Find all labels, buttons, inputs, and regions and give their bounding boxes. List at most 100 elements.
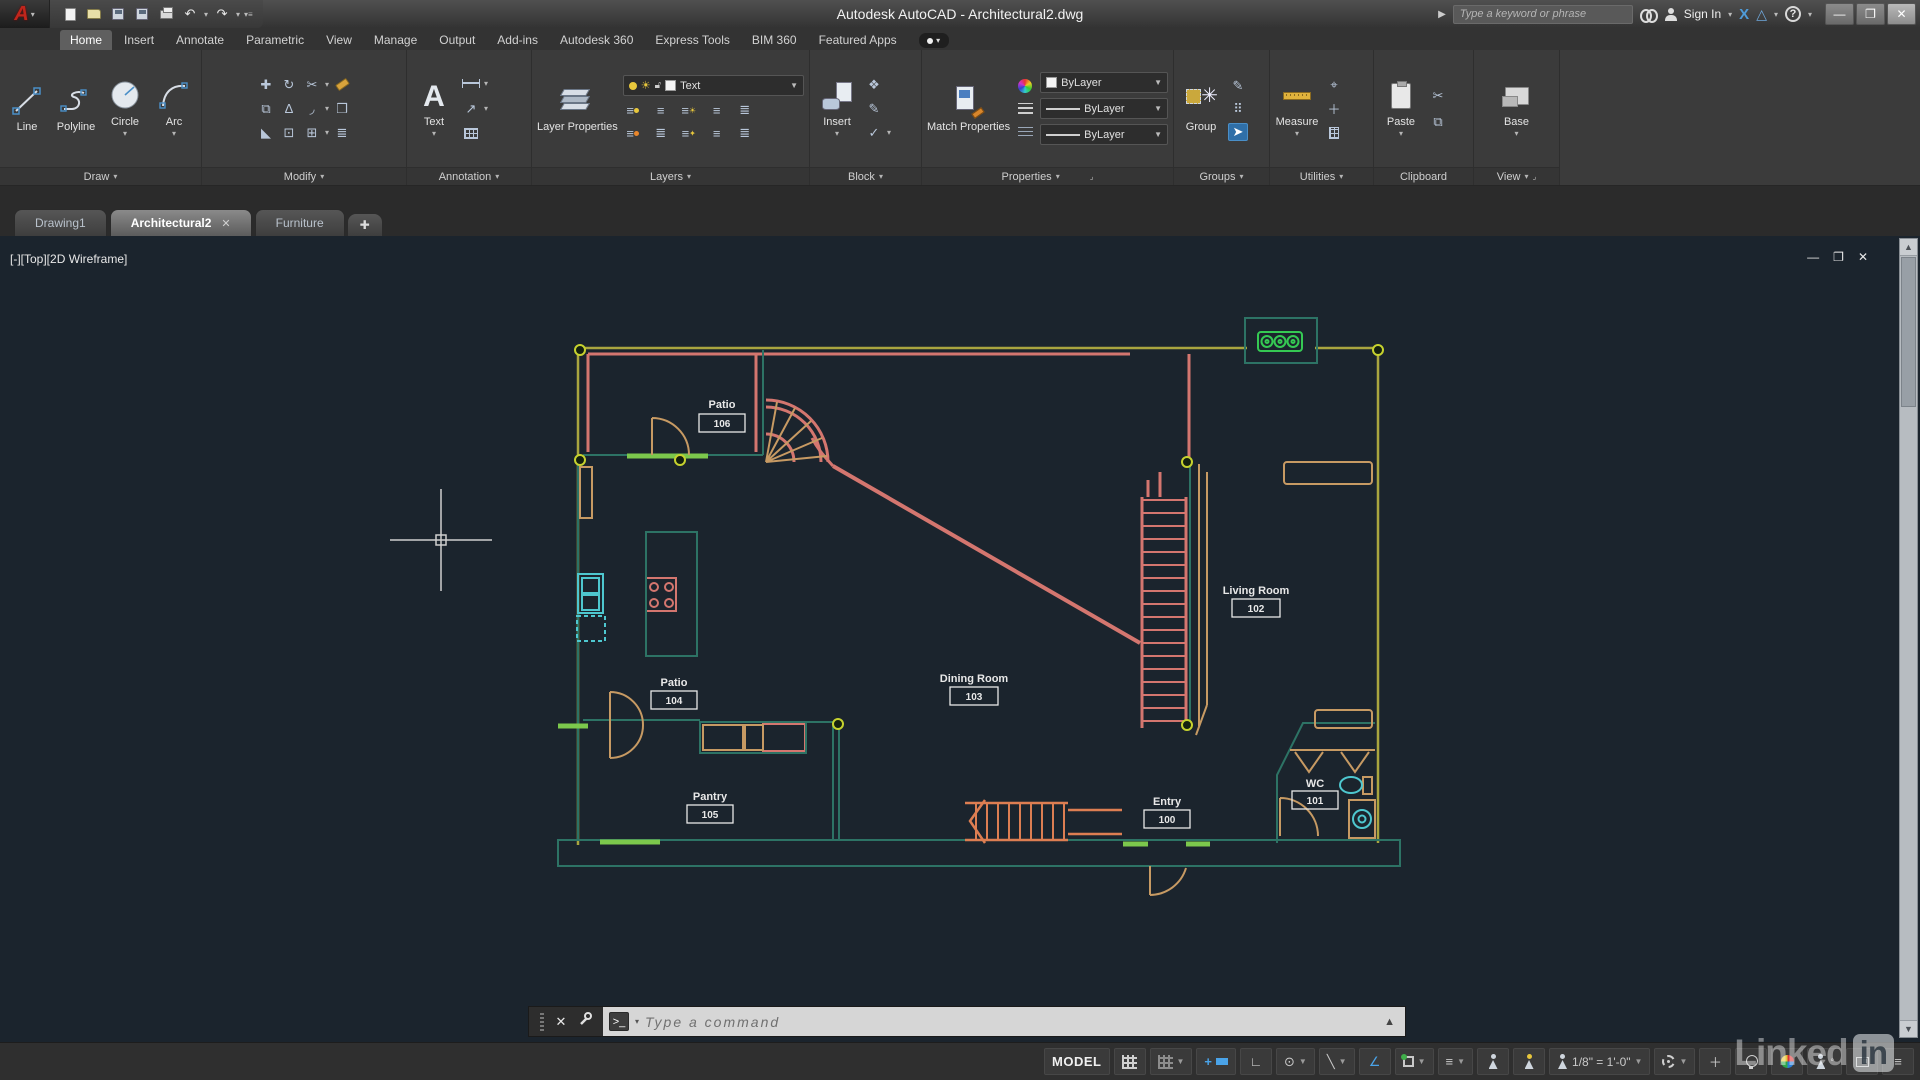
layer-select[interactable]: ☀ 🔓︎ Text ▼ (623, 75, 804, 96)
fillet-dropdown[interactable]: ▾ (325, 104, 329, 113)
array-dropdown[interactable]: ▾ (325, 128, 329, 137)
object-snap-button[interactable]: ▼ (1395, 1048, 1434, 1075)
annotation-scale-button[interactable]: 1/8" = 1'-0"▼ (1549, 1048, 1650, 1075)
close-button[interactable]: ✕ (1887, 3, 1916, 25)
sign-in-dropdown[interactable]: ▾ (1728, 10, 1732, 19)
help-dropdown[interactable]: ▾ (1808, 10, 1812, 19)
command-bar-wrench-icon[interactable] (578, 1012, 592, 1031)
layer-current-tool[interactable]: ≣ (651, 124, 671, 142)
doc-tab-architectural2[interactable]: Architectural2✕ (110, 209, 252, 236)
layer-unisolate-tool[interactable]: ≡ (623, 124, 643, 142)
viewport-restore-icon[interactable]: ❐ (1833, 250, 1844, 264)
ungroup-tool[interactable]: ✎ (1228, 77, 1248, 95)
exchange-apps-icon[interactable]: X (1739, 6, 1749, 23)
dynamic-input-button[interactable]: + (1196, 1048, 1236, 1075)
view-dialog-launcher[interactable]: ⌟ (1532, 172, 1536, 181)
properties-dialog-launcher[interactable]: ⌟ (1090, 172, 1094, 181)
annotation-visibility-button[interactable] (1477, 1048, 1509, 1075)
group-button[interactable]: ✳ Group (1179, 83, 1223, 133)
layers-panel-label[interactable]: Layers▾ (532, 167, 809, 185)
insert-block-button[interactable]: Insert ▾ (815, 78, 859, 139)
view-panel-label[interactable]: View▾⌟ (1474, 167, 1559, 185)
snap-mode-button[interactable]: ▼ (1150, 1048, 1193, 1075)
infocenter-arrow-icon[interactable]: ▶ (1438, 9, 1446, 20)
groups-panel-label[interactable]: Groups▾ (1174, 167, 1269, 185)
tab-parametric[interactable]: Parametric (236, 30, 314, 50)
stretch-tool[interactable]: ◣ (256, 124, 276, 142)
polyline-tool[interactable]: Polyline (54, 83, 98, 133)
ribbon-display-options-button[interactable]: ▾ (919, 33, 949, 48)
linetype-icon[interactable] (1015, 123, 1035, 141)
layer-properties-button[interactable]: Layer Properties (537, 83, 618, 133)
layer-isolate-tool[interactable]: ≡ (651, 101, 671, 119)
tab-home[interactable]: Home (60, 30, 112, 50)
minimize-button[interactable]: — (1825, 3, 1854, 25)
arc-dropdown[interactable]: ▾ (172, 130, 176, 139)
block-panel-label[interactable]: Block▾ (810, 167, 921, 185)
viewport-minimize-icon[interactable]: — (1807, 250, 1819, 264)
help-icon[interactable]: ? (1785, 6, 1801, 22)
qat-customize-button[interactable]: ▾≡ (244, 10, 253, 19)
clipboard-panel-label[interactable]: Clipboard (1374, 167, 1473, 185)
leader-tool[interactable]: ↗ (461, 100, 481, 118)
layer-match-tool[interactable]: ≣ (735, 101, 755, 119)
move-tool[interactable]: ✚ (256, 76, 276, 94)
object-snap-tracking-button[interactable]: ∠ (1359, 1048, 1391, 1075)
circle-tool[interactable]: Circle ▾ (103, 78, 147, 139)
quick-calculator-tool[interactable] (1324, 124, 1344, 142)
command-input[interactable]: >_ ▾ Type a command ▲ (603, 1007, 1405, 1036)
scrollbar-thumb[interactable] (1901, 257, 1916, 407)
copy-tool[interactable]: ⧉ (256, 100, 276, 118)
search-binoculars-icon[interactable] (1640, 8, 1658, 20)
a360-dropdown[interactable]: ▾ (1774, 10, 1778, 19)
app-menu-button[interactable]: A ▾ (0, 0, 50, 28)
tab-annotate[interactable]: Annotate (166, 30, 234, 50)
dimension-tool[interactable] (461, 75, 481, 93)
table-tool[interactable] (461, 125, 481, 143)
model-space-button[interactable]: MODEL (1044, 1048, 1109, 1075)
linetype-select[interactable]: ByLayer ▼ (1040, 124, 1168, 145)
properties-panel-label[interactable]: Properties▾⌟ (922, 167, 1173, 185)
base-button[interactable]: Base ▾ (1495, 78, 1539, 139)
point-tool[interactable]: ＋ (1324, 100, 1344, 118)
layer-walk-tool[interactable]: ≡✦ (679, 124, 699, 142)
undo-dropdown[interactable]: ▾ (204, 10, 208, 19)
polar-tracking-button[interactable]: ⊙▼ (1276, 1048, 1315, 1075)
tab-output[interactable]: Output (429, 30, 485, 50)
redo-button[interactable]: ↷ (212, 5, 232, 23)
match-properties-button[interactable]: Match Properties (927, 83, 1010, 133)
undo-button[interactable]: ↶ (180, 5, 200, 23)
object-color-select[interactable]: ByLayer ▼ (1040, 72, 1168, 93)
doc-tab-furniture[interactable]: Furniture (255, 209, 345, 236)
scale-tool[interactable]: ⊡ (279, 124, 299, 142)
draw-panel-label[interactable]: Draw▾ (0, 167, 201, 185)
scroll-down-arrow[interactable]: ▼ (1900, 1020, 1917, 1037)
arc-tool[interactable]: Arc ▾ (152, 78, 196, 139)
base-dropdown[interactable]: ▾ (1514, 130, 1518, 139)
command-bar-grip[interactable] (540, 1013, 544, 1031)
ortho-mode-button[interactable]: ∟ (1240, 1048, 1272, 1075)
rotate-tool[interactable]: ↻ (279, 76, 299, 94)
layer-freeze-tool[interactable]: ≡☀ (679, 101, 699, 119)
copy-clip-tool[interactable]: ⧉ (1428, 113, 1448, 131)
recent-commands-dropdown[interactable]: ▾ (635, 1017, 639, 1026)
tab-insert[interactable]: Insert (114, 30, 164, 50)
vertical-scrollbar[interactable]: ▲ ▼ (1899, 238, 1918, 1038)
leader-dropdown[interactable]: ▾ (484, 104, 488, 113)
explode-tool[interactable]: ❒ (332, 100, 352, 118)
annotation-autoscale-button[interactable] (1513, 1048, 1545, 1075)
measure-button[interactable]: Measure ▾ (1275, 78, 1319, 139)
text-dropdown[interactable]: ▾ (432, 130, 436, 139)
new-file-button[interactable] (60, 5, 80, 23)
annotation-monitor-button[interactable]: ＋ (1699, 1048, 1731, 1075)
dimension-dropdown[interactable]: ▾ (484, 79, 488, 88)
utilities-panel-label[interactable]: Utilities▾ (1270, 167, 1373, 185)
new-drawing-tab-button[interactable]: ✚ (348, 214, 382, 236)
layer-off-tool[interactable]: ≡ (623, 101, 643, 119)
search-input[interactable]: Type a keyword or phrase (1453, 5, 1633, 24)
erase-tool[interactable] (332, 76, 352, 94)
layer-unlock-tool[interactable]: ≡ (707, 124, 727, 142)
edit-attributes-tool[interactable]: ✎ (864, 100, 884, 118)
autodesk-360-icon[interactable]: △ (1756, 6, 1767, 23)
lineweight-display-button[interactable]: ≡▼ (1438, 1048, 1474, 1075)
